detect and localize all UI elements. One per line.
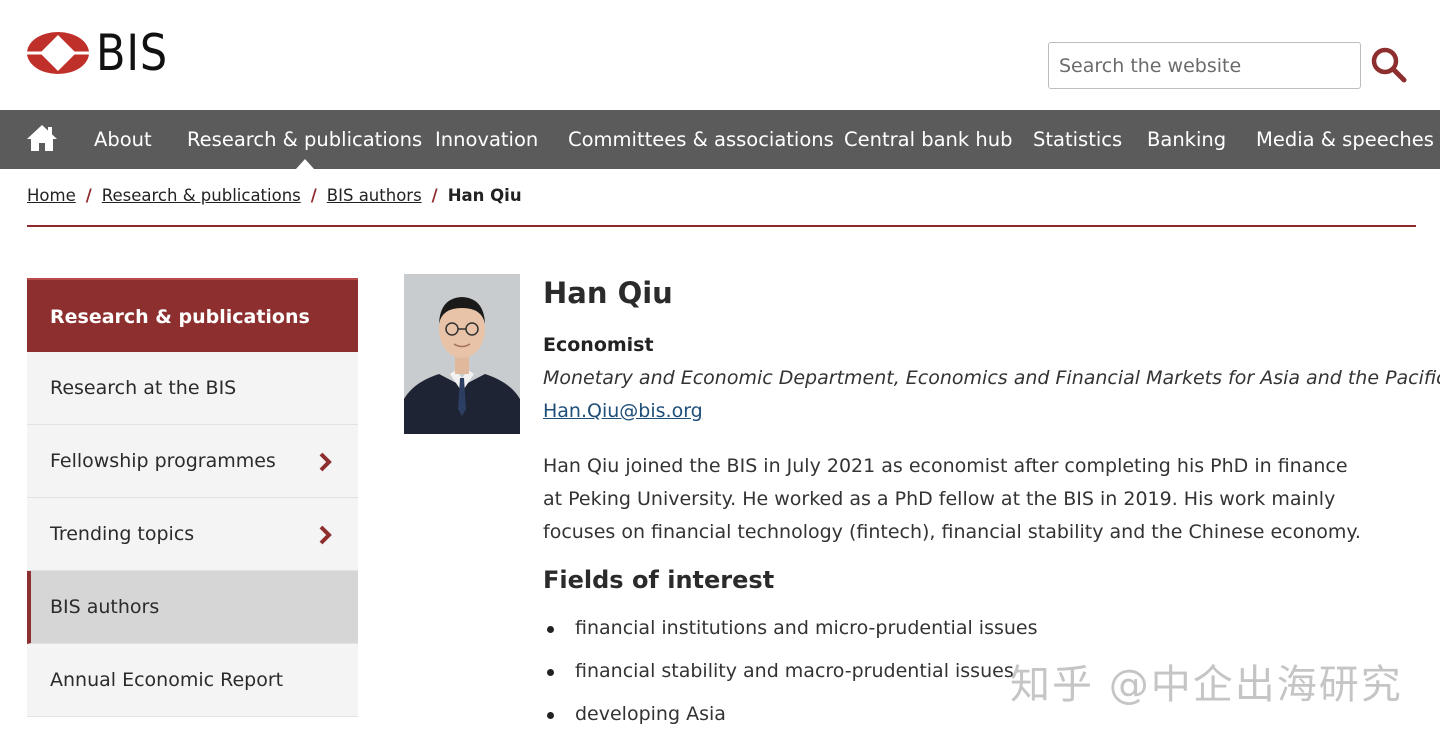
nav-item-innovation[interactable]: Innovation <box>435 110 538 169</box>
chevron-right-icon[interactable] <box>318 525 332 545</box>
breadcrumb-bis-authors[interactable]: BIS authors <box>327 186 422 205</box>
list-item: developing Asia <box>543 698 1038 736</box>
sidebar-item-trending-topics[interactable]: Trending topics <box>27 498 358 571</box>
list-item-text: financial institutions and micro-prudent… <box>575 617 1038 639</box>
chevron-right-icon[interactable] <box>318 452 332 472</box>
bis-logo-mark-icon <box>26 32 90 74</box>
site-header: BIS <box>0 0 1440 110</box>
nav-item-about[interactable]: About <box>94 110 152 169</box>
fields-of-interest-heading: Fields of interest <box>543 566 775 594</box>
author-bio: Han Qiu joined the BIS in July 2021 as e… <box>543 455 1361 543</box>
breadcrumb-separator: / <box>85 186 92 205</box>
breadcrumb: Home / Research & publications / BIS authors… <box>27 186 522 205</box>
list-item: financial stability and macro-prudential… <box>543 655 1038 698</box>
breadcrumb-current: Han Qiu <box>447 186 522 205</box>
watermark-text: 知乎 @中企出海研究 <box>1010 662 1403 708</box>
nav-item-central-bank-hub[interactable]: Central bank hub <box>844 110 1012 169</box>
nav-item-research-publications[interactable]: Research & publications <box>187 110 422 169</box>
bullet-icon <box>547 669 554 676</box>
sidebar-item-label: Fellowship programmes <box>50 450 276 472</box>
bullet-icon <box>547 712 554 719</box>
nav-item-media-speeches[interactable]: Media & speeches <box>1256 110 1434 169</box>
author-email-link[interactable]: Han.Qiu@bis.org <box>543 400 703 422</box>
breadcrumb-divider <box>27 225 1416 227</box>
nav-item-statistics[interactable]: Statistics <box>1033 110 1122 169</box>
author-department: Monetary and Economic Department, Econom… <box>543 367 1440 389</box>
bullet-icon <box>547 626 554 633</box>
sidebar: Research & publications Research at the … <box>27 278 358 717</box>
home-icon[interactable] <box>26 122 58 154</box>
sidebar-item-label: Trending topics <box>50 523 195 545</box>
sidebar-item-label: Annual Economic Report <box>50 669 284 691</box>
profile-photo <box>404 274 520 434</box>
search-input[interactable] <box>1049 43 1360 88</box>
list-item-text: developing Asia <box>575 703 726 725</box>
nav-item-banking[interactable]: Banking <box>1147 110 1226 169</box>
sidebar-heading[interactable]: Research & publications <box>27 278 358 363</box>
breadcrumb-separator: / <box>310 186 317 205</box>
nav-item-committees[interactable]: Committees & associations <box>568 110 834 169</box>
sidebar-item-label: Research at the BIS <box>50 377 237 399</box>
sidebar-item-fellowship-programmes[interactable]: Fellowship programmes <box>27 425 358 498</box>
search-box <box>1048 42 1361 89</box>
breadcrumb-separator: / <box>431 186 438 205</box>
author-name: Han Qiu <box>543 276 673 310</box>
breadcrumb-home[interactable]: Home <box>27 186 76 205</box>
bis-logo[interactable]: BIS <box>26 24 180 82</box>
sidebar-item-label: BIS authors <box>50 596 160 618</box>
logo-text: BIS <box>96 24 169 82</box>
sidebar-item-annual-economic-report[interactable]: Annual Economic Report <box>27 644 358 717</box>
fields-of-interest-list: financial institutions and micro-prudent… <box>543 612 1038 736</box>
sidebar-item-research-at-bis[interactable]: Research at the BIS <box>27 352 358 425</box>
list-item: financial institutions and micro-prudent… <box>543 612 1038 655</box>
sidebar-item-bis-authors[interactable]: BIS authors <box>27 571 358 644</box>
search-icon <box>1371 47 1407 83</box>
search-button[interactable] <box>1370 46 1408 84</box>
main-nav: About Research & publications Innovation… <box>0 110 1440 169</box>
author-role: Economist <box>543 334 654 356</box>
breadcrumb-research-publications[interactable]: Research & publications <box>102 186 301 205</box>
list-item-text: financial stability and macro-prudential… <box>575 660 1014 682</box>
